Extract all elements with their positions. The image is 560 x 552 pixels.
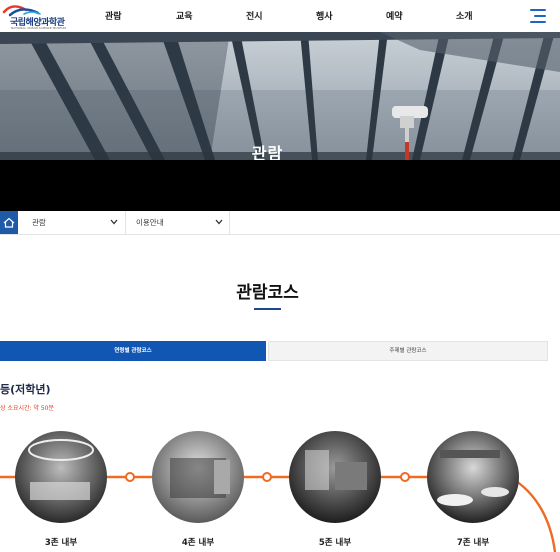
breadcrumb: 관람 이용안내 <box>0 211 560 235</box>
tab-age-course[interactable]: 연령별 관람코스 <box>0 341 266 361</box>
title-underline <box>254 308 281 310</box>
stop-photo-5zone <box>289 431 381 523</box>
nav-item-education[interactable]: 교육 <box>176 9 193 22</box>
site-header: 국립해양과학관 NATIONAL OCEAN SCIENCE MUSEUM 관람… <box>0 0 560 33</box>
chevron-down-icon <box>110 219 118 225</box>
tab-theme-course[interactable]: 주제별 관람코스 <box>268 341 548 361</box>
course-duration: 상 소요시간: 약 50분 <box>0 405 55 412</box>
breadcrumb-item-info[interactable]: 이용안내 <box>122 211 230 234</box>
home-icon[interactable] <box>0 211 18 234</box>
hero-title: 관람 <box>251 144 284 160</box>
stop-label: 5존 내부 <box>318 538 352 548</box>
nav-item-exhibition[interactable]: 전시 <box>246 9 263 22</box>
logo-subtitle: NATIONAL OCEAN SCIENCE MUSEUM <box>11 26 67 30</box>
stop-photo-4zone <box>152 431 244 523</box>
course-route <box>0 431 557 552</box>
nav-item-visit[interactable]: 관람 <box>105 9 122 22</box>
stop-label: 4존 내부 <box>181 538 215 548</box>
stop-label: 7존 내부 <box>456 538 490 548</box>
hero-banner: 관람 <box>0 32 560 160</box>
nav-item-reservation[interactable]: 예약 <box>386 9 403 22</box>
stop-photo-7zone <box>427 431 519 523</box>
breadcrumb-label: 이용안내 <box>136 218 164 227</box>
breadcrumb-label: 관람 <box>32 218 46 227</box>
nav-item-about[interactable]: 소개 <box>456 9 473 22</box>
page-title: 관람코스 <box>236 283 299 303</box>
stop-label: 3존 내부 <box>44 538 78 548</box>
hero-bottom-band <box>0 160 560 212</box>
hamburger-icon[interactable] <box>528 8 546 24</box>
chevron-down-icon <box>215 219 223 225</box>
breadcrumb-item-visit[interactable]: 관람 <box>18 211 126 234</box>
course-title: 등(저학년) <box>0 383 51 396</box>
site-logo[interactable]: 국립해양과학관 NATIONAL OCEAN SCIENCE MUSEUM <box>0 4 70 30</box>
nav-item-events[interactable]: 행사 <box>316 9 333 22</box>
stop-photo-3zone <box>15 431 107 523</box>
